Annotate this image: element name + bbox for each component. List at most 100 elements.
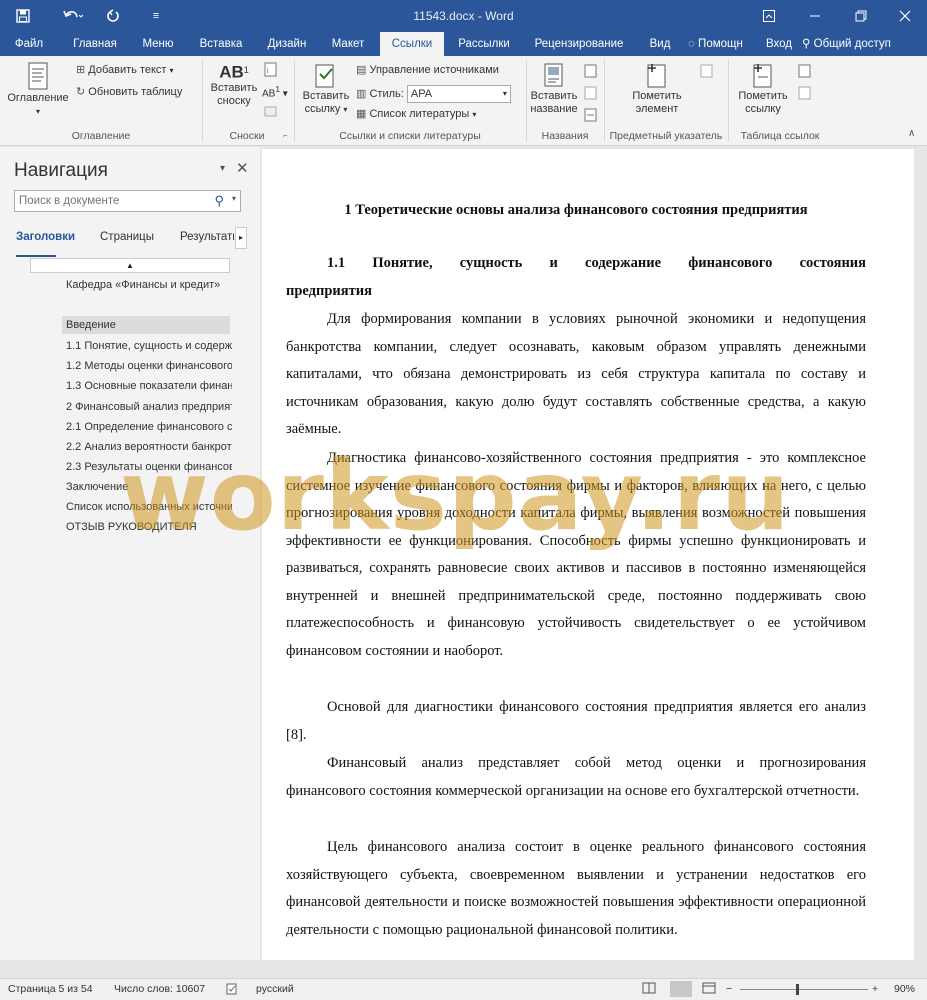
nav-heading-item[interactable]: 1.3 Основные показатели финансового сост… — [62, 377, 232, 395]
toc-button[interactable]: Оглавление ▾ — [4, 62, 72, 118]
nav-heading-item[interactable]: Кафедра «Финансы и кредит» — [62, 276, 232, 294]
bibliography-icon: ▦ — [356, 108, 367, 120]
chevron-down-icon: ▾ — [502, 89, 507, 98]
paragraph: Финансовый анализ представляет собой мет… — [286, 755, 866, 799]
update-table-button[interactable]: ↻ Обновить таблицу — [76, 85, 182, 98]
mark-citation-button[interactable]: Пометить ссылку — [730, 62, 796, 116]
collapse-ribbon-icon[interactable]: ∧ — [908, 128, 915, 139]
nav-heading-item[interactable]: ОТЗЫВ РУКОВОДИТЕЛЯ — [62, 518, 232, 536]
minimize-icon[interactable] — [792, 0, 838, 32]
language[interactable]: русский — [256, 983, 294, 995]
nav-heading-item[interactable]: 2 Финансовый анализ предприятия — [62, 398, 232, 416]
nav-options-icon[interactable]: ▾ — [220, 163, 225, 174]
footnote-icon: AB — [219, 62, 244, 82]
update-toa-icon[interactable] — [798, 86, 812, 103]
tab-file[interactable]: Файл — [0, 32, 58, 56]
update-figures-icon[interactable] — [584, 86, 598, 103]
add-text-button[interactable]: ⊞ Добавить текст ▾ — [76, 63, 174, 76]
tab-insert[interactable]: Вставка — [190, 32, 252, 56]
search-box: ⚲ ▾ — [14, 190, 241, 212]
bibliography-button[interactable]: ▦ Список литературы ▾ — [356, 107, 476, 120]
status-bar: Страница 5 из 54 Число слов: 10607 русск… — [0, 978, 927, 1000]
nav-heading-item[interactable]: 2.3 Результаты оценки финансового состоя… — [62, 458, 232, 476]
document-page[interactable]: 1 Теоретические основы анализа финансово… — [262, 149, 914, 960]
nav-tab-results[interactable]: Результаты — [180, 231, 234, 243]
tab-references[interactable]: Ссылки — [380, 32, 444, 56]
show-notes-icon[interactable] — [264, 106, 278, 121]
title-bar: ≡ 11543.docx - Word — [0, 0, 927, 32]
next-footnote-icon[interactable]: AB1 ▾ — [262, 84, 288, 99]
document-area: 1 Теоретические основы анализа финансово… — [260, 147, 927, 960]
lightbulb-icon: ◌ — [688, 38, 695, 50]
tab-menu[interactable]: Меню — [132, 32, 184, 56]
group-label-footnotes: Сноски — [229, 130, 265, 142]
word-count[interactable]: Число слов: 10607 — [114, 983, 205, 995]
group-label-index: Предметный указатель — [609, 130, 723, 142]
nav-heading-item[interactable]: Заключение — [62, 478, 232, 496]
zoom-in-icon[interactable]: + — [872, 983, 878, 995]
paragraph: Диагностика финансово-хозяйственного сос… — [286, 450, 866, 659]
vertical-scrollbar[interactable] — [916, 149, 927, 960]
restore-icon[interactable] — [838, 0, 884, 32]
share-button[interactable]: ⚲ Общий доступ — [802, 32, 912, 56]
nav-close-icon[interactable]: ✕ — [236, 159, 249, 177]
paragraph: Цель финансового анализа состоит в оценк… — [286, 839, 866, 938]
search-icon[interactable]: ⚲ — [214, 193, 224, 209]
style-dropdown[interactable]: APA ▾ — [406, 85, 511, 103]
nav-heading-item[interactable]: 2.1 Определение финансового состояния — [62, 418, 232, 436]
insert-table-of-figures-icon[interactable] — [584, 64, 598, 81]
group-label-citations: Ссылки и списки литературы — [339, 130, 481, 142]
zoom-out-icon[interactable]: − — [726, 983, 732, 995]
manage-sources-button[interactable]: ▤ Управление источниками — [356, 63, 499, 76]
read-mode-icon[interactable] — [642, 982, 656, 997]
ribbon-tabs: Файл Главная Меню Вставка Дизайн Макет С… — [0, 32, 927, 56]
zoom-slider-thumb[interactable] — [796, 984, 799, 995]
navigation-pane: Навигация ▾ ✕ ⚲ ▾ Заголовки Страницы Рез… — [0, 147, 260, 960]
print-layout-icon[interactable] — [670, 981, 692, 997]
nav-tab-headings[interactable]: Заголовки — [16, 231, 75, 243]
tab-review[interactable]: Рецензирование — [524, 32, 634, 56]
style-selector[interactable]: ▥ Стиль: APA ▾ — [356, 85, 511, 103]
nav-heading-item[interactable]: 1.2 Методы оценки финансового состояния — [62, 357, 232, 375]
tell-me[interactable]: ◌ Помощн — [688, 32, 760, 56]
add-text-icon: ⊞ — [76, 64, 86, 76]
insert-endnote-icon[interactable]: i — [264, 62, 278, 81]
search-input[interactable] — [15, 191, 205, 211]
zoom-level[interactable]: 90% — [894, 983, 915, 995]
zoom-slider[interactable] — [740, 989, 868, 990]
search-options-chevron-icon[interactable]: ▾ — [232, 194, 236, 203]
mark-entry-button[interactable]: Пометить элемент — [622, 62, 692, 116]
insert-footnote-button[interactable]: AB1 Вставить сноску — [206, 64, 262, 108]
nav-heading-item-selected[interactable]: Введение — [62, 316, 230, 334]
manage-sources-icon: ▤ — [356, 64, 367, 76]
collapse-all-icon[interactable]: ▲ — [30, 258, 230, 273]
nav-heading-item[interactable]: Список использованных источников — [62, 498, 232, 516]
close-icon[interactable] — [882, 0, 927, 32]
active-tab-underline — [16, 255, 56, 257]
ribbon-display-options-icon[interactable] — [746, 0, 792, 32]
nav-tab-pages[interactable]: Страницы — [100, 231, 154, 243]
tab-home[interactable]: Главная — [62, 32, 128, 56]
update-icon: ↻ — [76, 86, 86, 98]
group-label-toc: Оглавление — [71, 130, 131, 142]
cross-reference-icon[interactable] — [584, 108, 598, 125]
insert-toa-icon[interactable] — [798, 64, 812, 81]
tab-view[interactable]: Вид — [640, 32, 680, 56]
footnotes-dialog-launcher-icon[interactable]: ⌐ — [283, 131, 288, 140]
mark-entry-icon — [647, 64, 666, 88]
heading-2: 1.1 Понятие, сущность и содержание финан… — [327, 255, 866, 271]
page-count[interactable]: Страница 5 из 54 — [8, 983, 93, 995]
insert-citation-button[interactable]: Вставить ссылку ▾ — [298, 62, 354, 116]
nav-heading-item[interactable]: 2.2 Анализ вероятности банкротства — [62, 438, 232, 456]
tab-design[interactable]: Дизайн — [258, 32, 316, 56]
tab-mailings[interactable]: Рассылки — [448, 32, 520, 56]
nav-tabs-scroll-right-icon[interactable]: ▸ — [235, 227, 247, 249]
sign-in[interactable]: Вход — [762, 32, 796, 56]
nav-heading-item[interactable]: 1.1 Понятие, сущность и содержание финан… — [62, 337, 232, 355]
proofing-icon[interactable] — [226, 983, 238, 998]
tab-layout[interactable]: Макет — [320, 32, 376, 56]
insert-caption-button[interactable]: Вставить название — [528, 62, 580, 116]
insert-index-icon[interactable] — [700, 64, 714, 81]
toc-icon — [28, 62, 48, 90]
web-layout-icon[interactable] — [702, 982, 716, 997]
